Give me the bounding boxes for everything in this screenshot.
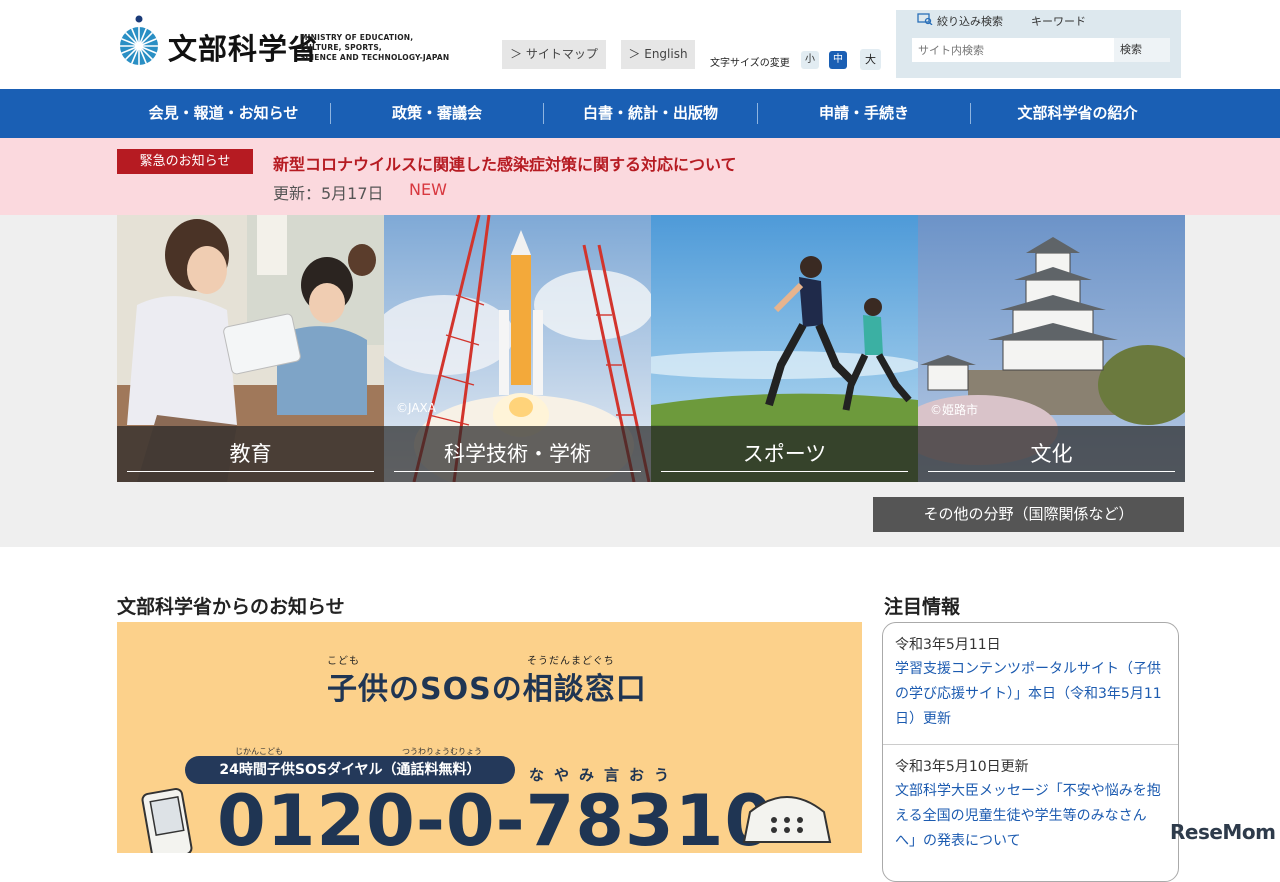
nav-item-publications[interactable]: 白書・統計・出版物 <box>544 89 757 138</box>
tile-label: 文化 <box>1030 442 1073 466</box>
emergency-update-date: 更新：5月17日 <box>273 184 384 203</box>
emergency-notice: 緊急のお知らせ 新型コロナウイルスに関連した感染症対策に関する対応について 更新… <box>0 138 1280 215</box>
attention-link[interactable]: 学習支援コンテンツポータルサイト（子供の学び応援サイト）」本日（令和3年5月11… <box>895 657 1166 732</box>
mobile-phone-icon <box>141 787 193 853</box>
attention-divider <box>883 744 1178 745</box>
tile-sports[interactable]: スポーツ <box>651 215 918 482</box>
tile-underline <box>394 471 641 472</box>
attention-item[interactable]: 令和3年5月10日更新 文部科学大臣メッセージ「不安や悩みを抱える全国の児童生徒… <box>883 755 1178 854</box>
tile-underline <box>661 471 908 472</box>
tile-label: スポーツ <box>742 442 827 466</box>
tile-label-bar: 科学技術・学術 <box>384 426 651 482</box>
ministry-logo-icon[interactable] <box>118 15 160 67</box>
attention-list: 令和3年5月11日 学習支援コンテンツポータルサイト（子供の学び応援サイト）」本… <box>882 622 1179 882</box>
tab-keyword-search[interactable]: キーワード <box>1031 13 1086 29</box>
tile-culture[interactable]: ©姫路市 文化 <box>918 215 1185 482</box>
tile-underline <box>928 471 1175 472</box>
tile-education[interactable]: 教育 <box>117 215 384 482</box>
tile-label: 科学技術・学術 <box>444 442 591 466</box>
font-size-large-button[interactable]: 大 <box>860 49 881 70</box>
sos-banner[interactable]: こども そうだんまどぐち 子供のSOSの相談窓口 じかんこども つうわりょうむり… <box>117 622 862 853</box>
nav-item-applications[interactable]: 申請・手続き <box>758 89 970 138</box>
banner-phone-number: 0120-0-78310 <box>217 780 775 853</box>
filter-search-icon <box>917 13 933 25</box>
tile-label-bar: スポーツ <box>651 426 918 482</box>
logo-text-jp[interactable]: 文部科学省 <box>168 26 318 68</box>
image-credit: ©JAXA <box>396 401 436 415</box>
global-nav: 会見・報道・お知らせ 政策・審議会 白書・統計・出版物 申請・手続き 文部科学省… <box>0 89 1280 138</box>
tile-science[interactable]: ©JAXA 科学技術・学術 <box>384 215 651 482</box>
tile-underline <box>127 471 374 472</box>
tile-label-bar: 文化 <box>918 426 1185 482</box>
emergency-link[interactable]: 新型コロナウイルスに関連した感染症対策に関する対応について <box>273 151 737 175</box>
resemom-watermark: ReseMom <box>1170 820 1276 844</box>
nav-item-press[interactable]: 会見・報道・お知らせ <box>117 89 330 138</box>
attention-date: 令和3年5月10日更新 <box>895 759 1029 775</box>
other-fields-button[interactable]: その他の分野（国際関係など） <box>873 497 1184 532</box>
news-section-title: 文部科学省からのお知らせ <box>117 596 345 618</box>
tile-label-bar: 教育 <box>117 426 384 482</box>
emergency-badge: 緊急のお知らせ <box>117 149 253 174</box>
attention-item[interactable]: 令和3年5月11日 学習支援コンテンツポータルサイト（子供の学び応援サイト）」本… <box>883 633 1178 732</box>
attention-link[interactable]: 文部科学大臣メッセージ「不安や悩みを抱える全国の児童生徒や学生等のみなさんへ」の… <box>895 779 1166 854</box>
tile-label: 教育 <box>229 442 272 466</box>
font-size-small-button[interactable]: 小 <box>801 51 819 69</box>
logo-text-en: MINISTRY OF EDUCATION, CULTURE, SPORTS, … <box>300 33 450 62</box>
attention-date: 令和3年5月11日 <box>895 637 1001 653</box>
font-size-label: 文字サイズの変更 <box>710 58 790 69</box>
image-credit: ©姫路市 <box>930 403 979 417</box>
nav-item-about[interactable]: 文部科学省の紹介 <box>971 89 1184 138</box>
english-button[interactable]: ＞ English <box>621 40 695 69</box>
site-header: 文部科学省 MINISTRY OF EDUCATION, CULTURE, SP… <box>0 0 1280 89</box>
site-search-input[interactable] <box>912 38 1114 62</box>
new-badge: NEW <box>409 180 447 199</box>
search-button[interactable]: 検索 <box>1114 38 1170 62</box>
nav-item-policy[interactable]: 政策・審議会 <box>331 89 543 138</box>
font-size-medium-button[interactable]: 中 <box>829 51 847 69</box>
tab-filter-search[interactable]: 絞り込み検索 <box>937 13 1003 29</box>
attention-section-title: 注目情報 <box>884 596 961 618</box>
sitemap-button[interactable]: ＞ サイトマップ <box>502 40 606 69</box>
telephone-icon <box>742 796 832 843</box>
banner-title: 子供のSOSの相談窓口 <box>327 672 647 707</box>
